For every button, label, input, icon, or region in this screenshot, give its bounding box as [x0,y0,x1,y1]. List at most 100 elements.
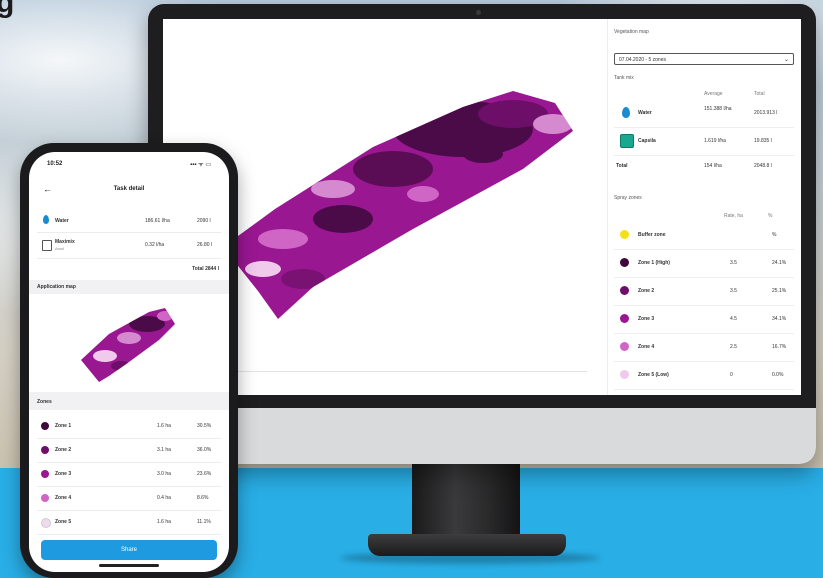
water-drop-icon [43,215,49,224]
zone-rate: 0.4 ha [157,495,171,501]
mobile-phone: 10:52 ▪▪▪ ᯤ ▭ ← Task detail Water 186.61… [20,143,238,578]
spray-zone-row: Buffer zone% [614,221,794,250]
tank-mix-total-total: 2048.8 l [754,163,772,169]
vegetation-map-select[interactable]: 07.04.2020 - 5 zones ⌄ [614,53,794,65]
zone-name: Zone 3 [638,316,655,322]
product-amount: 26.80 l [197,242,213,248]
zone-name: Zone 5 (Low) [638,372,669,378]
zone-rate: 4.5 [730,316,737,322]
spray-zone-row: Zone 2 3.5 25.1% [614,277,794,306]
tank-mix-name: Capsila [638,138,656,144]
monitor-stand-neck [412,464,520,538]
map-divider [177,371,587,372]
zone-name: Zone 4 [638,344,655,350]
zone-name: Zone 4 [55,495,72,501]
field-zone-4 [311,180,355,198]
zone-name: Zone 5 [55,519,72,525]
zone-rate: 2.5 [730,344,737,350]
zone-rate: 3.1 ha [157,447,171,453]
zone-pct: 23.6% [197,471,212,477]
product-name: Water [55,218,69,224]
zones-label: Zones [37,399,52,405]
zone-color-dot [41,494,49,502]
zone-rate: 3.0 ha [157,471,171,477]
field-zone-5 [245,261,281,277]
zone-rate: 1.6 ha [157,519,171,525]
zone-name: Zone 2 [638,288,655,294]
zone-color-dot [620,230,629,239]
tank-mix-total: 2013.913 l [754,110,778,116]
tank-mix-name: Water [638,110,652,116]
tank-mix-row: Capsila 1.619 l/ha 19.835 l [614,127,794,156]
tank-mix-total: 19.835 l [754,138,772,144]
field-zone-high [463,145,503,163]
zone-color-dot [620,258,629,267]
status-icons: ▪▪▪ ᯤ ▭ [190,162,211,168]
zone-color-dot [41,446,49,454]
zone-pct: 0.0% [772,372,784,378]
phone-status-bar: 10:52 ▪▪▪ ᯤ ▭ [29,152,229,174]
zone-pct: 8.6% [197,495,209,501]
page-title: Task detail [113,186,145,192]
tank-mix-average: 1.619 l/ha [704,138,726,144]
monitor-stand-base [368,534,566,556]
zone-color-dot [620,314,629,323]
zone-rate: 0 [730,372,733,378]
zone-pct: 30.5% [197,423,212,429]
monitor-chin [148,408,816,464]
spray-zones-col-rate: Rate, ha [724,213,743,219]
spray-zone-row: Zone 3 4.5 34.1% [614,305,794,334]
zone-color-dot [41,422,49,430]
zones-header: Zones [29,392,229,410]
product-box-icon [620,134,634,148]
zone-color-dot [41,470,49,478]
phone-screen: 10:52 ▪▪▪ ᯤ ▭ ← Task detail Water 186.61… [29,152,229,572]
app-map-zone [157,311,173,321]
zone-pct: 16.7% [772,344,787,350]
product-row: Water 186.61 l/ha 2090 l [37,210,221,233]
zone-row: Zone 2 3.1 ha 36.0% [37,438,221,463]
product-rate: 0.32 l/ha [145,242,165,248]
field-zone-high [353,151,433,187]
status-time: 10:52 [47,161,63,167]
tank-mix-total-average: 154 l/ha [704,163,722,169]
product-amount: 2090 l [197,218,211,224]
application-map-svg [81,308,175,382]
zone-pct: 11.1% [197,519,211,525]
app-map-zone [117,332,141,344]
product-row: Maximix Amol 0.32 l/ha 26.80 l [37,232,221,259]
desktop-screen: Vegetation map 07.04.2020 - 5 zones ⌄ Ta… [163,19,801,395]
product-rate: 186.61 l/ha [145,218,170,224]
tank-mix-label: Tank mix [614,75,634,81]
field-zone-4 [407,186,439,202]
vegetation-map-label: Vegetation map [614,29,649,35]
app-map-zone [93,350,117,362]
spray-zones-col-pct: % [768,213,773,219]
product-sub: Amol [55,246,65,251]
zone-row: Zone 4 0.4 ha 8.6% [37,486,221,511]
field-zone-high [313,205,373,233]
zone-row: Zone 1 1.6 ha 30.5% [37,414,221,439]
zone-name: Buffer zone [638,232,666,238]
spray-zones-label: Spray zones [614,195,642,201]
tank-mix-row: Water 151.388 l/ha 2013.913 l [614,99,794,128]
zone-pct: % [772,232,777,238]
zone-rate: 1.6 ha [157,423,171,429]
app-map-zone [111,361,131,371]
field-zone-2 [281,269,325,289]
spray-zone-row: Zone 1 (High) 3.5 24.1% [614,249,794,278]
desktop-monitor: Vegetation map 07.04.2020 - 5 zones ⌄ Ta… [148,4,816,464]
zone-color-dot [620,342,629,351]
zone-name: Zone 1 [55,423,72,429]
share-button[interactable]: Share [41,540,217,560]
brand-text-fragment: g [0,0,15,19]
bottle-icon [42,240,52,251]
product-name: Maximix [55,239,75,245]
home-indicator [99,564,159,567]
zone-pct: 24.1% [772,260,787,266]
chevron-down-icon: ⌄ [783,57,789,63]
phone-header: ← Task detail [29,178,229,200]
zone-rate: 3.5 [730,260,737,266]
application-map[interactable] [29,294,229,390]
spray-zone-row: Zone 5 (Low) 0 0.0% [614,361,794,390]
